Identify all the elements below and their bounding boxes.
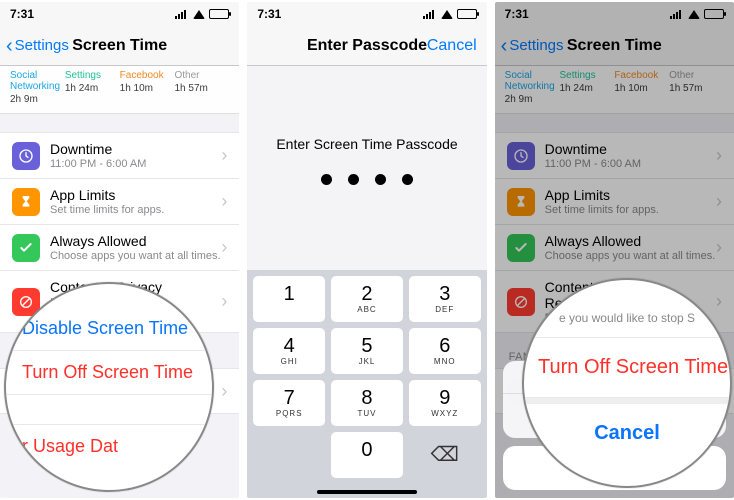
chevron-right-icon: › [221, 145, 227, 166]
wifi-icon [441, 10, 453, 19]
status-bar: 7:31 [0, 2, 239, 26]
keypad-key-6[interactable]: 6MNO [409, 328, 481, 374]
key-number: 5 [361, 336, 372, 356]
usage-column: Social Networking 2h 9m [10, 70, 65, 105]
key-number: 0 [361, 440, 372, 460]
key-letters: PQRS [276, 409, 303, 418]
usage-summary: Social Networking 2h 9m Settings 1h 24m Face… [0, 66, 239, 114]
keypad-key-0[interactable]: 0 [331, 432, 403, 478]
chevron-right-icon: › [221, 237, 227, 258]
row-title: App Limits [50, 187, 221, 203]
keypad-key-1[interactable]: 1 [253, 276, 325, 322]
key-letters: DEF [435, 305, 454, 314]
back-label: Settings [15, 37, 69, 54]
row-subtitle: 11:00 PM - 6:00 AM [50, 158, 221, 170]
usage-category: Facebook [120, 70, 175, 81]
status-bar: 7:31 [247, 2, 486, 26]
clock-icon [12, 142, 40, 170]
keypad-key-2[interactable]: 2ABC [331, 276, 403, 322]
key-number: 6 [439, 336, 450, 356]
key-letters: GHI [281, 357, 298, 366]
page-title: Enter Passcode [307, 37, 427, 55]
key-letters: JKL [359, 357, 376, 366]
chevron-right-icon: › [221, 191, 227, 212]
cancel-button-zoom[interactable]: Cancel [524, 398, 730, 463]
usage-value: 1h 24m [65, 83, 98, 94]
status-time: 7:31 [257, 7, 281, 21]
enter-passcode-screen: 7:31 Enter Passcode Cancel Enter Screen … [247, 2, 486, 498]
check-icon [12, 234, 40, 262]
battery-icon [209, 9, 229, 19]
chevron-left-icon: ‹ [6, 36, 13, 56]
key-number: 8 [361, 388, 372, 408]
magnifier-zoom: Disable Screen Time Turn Off Screen Time… [4, 282, 214, 492]
chevron-right-icon: › [221, 291, 227, 312]
keypad-blank [253, 432, 325, 478]
chevron-right-icon: › [221, 381, 227, 402]
key-number: 1 [284, 284, 295, 304]
row-title: Always Allowed [50, 233, 221, 249]
key-letters: WXYZ [431, 409, 458, 418]
key-number: 3 [439, 284, 450, 304]
usage-category: Other [174, 70, 229, 81]
usage-category: Social Networking [10, 70, 65, 92]
disable-screen-time-option[interactable]: Disable Screen Time [6, 307, 212, 351]
turn-off-screen-time-button-zoom[interactable]: Turn Off Screen Time [524, 338, 730, 398]
action-sheet-message-zoom: e you would like to stop S [524, 303, 730, 338]
passcode-dots [247, 174, 486, 185]
keypad-key-9[interactable]: 9WXYZ [409, 380, 481, 426]
magnifier-zoom: e you would like to stop S Turn Off Scre… [522, 278, 732, 488]
status-time: 7:31 [10, 7, 34, 21]
signal-icon [175, 9, 189, 19]
key-number: 4 [284, 336, 295, 356]
usage-value: 1h 57m [174, 83, 207, 94]
key-letters: MNO [434, 357, 456, 366]
hourglass-icon [12, 188, 40, 216]
row-subtitle: Set time limits for apps. [50, 204, 221, 216]
usage-category: Settings [65, 70, 120, 81]
nav-bar: ‹ Settings Screen Time [0, 26, 239, 66]
usage-value: 1h 10m [120, 83, 153, 94]
nav-bar: Enter Passcode Cancel [247, 26, 486, 66]
key-number: 7 [284, 388, 295, 408]
settings-row[interactable]: App LimitsSet time limits for apps.› [0, 178, 239, 224]
signal-icon [423, 9, 437, 19]
key-letters: TUV [357, 409, 376, 418]
key-number: 9 [439, 388, 450, 408]
cancel-button[interactable]: Cancel [427, 37, 477, 55]
settings-row[interactable]: Downtime11:00 PM - 6:00 AM› [0, 132, 239, 178]
home-indicator [317, 490, 417, 494]
keypad-key-7[interactable]: 7PQRS [253, 380, 325, 426]
key-number: 2 [361, 284, 372, 304]
keypad-key-3[interactable]: 3DEF [409, 276, 481, 322]
keypad-key-8[interactable]: 8TUV [331, 380, 403, 426]
usage-data-fragment: r Usage Dat [6, 425, 212, 468]
usage-column: Other 1h 57m [174, 70, 229, 105]
key-letters: ABC [357, 305, 376, 314]
turn-off-screen-time-option[interactable]: Turn Off Screen Time [6, 351, 212, 395]
settings-row[interactable]: Always AllowedChoose apps you want at al… [0, 224, 239, 270]
numeric-keypad: 1 2ABC3DEF4GHI5JKL6MNO7PQRS8TUV9WXYZ0 ⌫ [247, 270, 486, 498]
usage-column: Facebook 1h 10m [120, 70, 175, 105]
page-title: Screen Time [72, 37, 167, 55]
back-button[interactable]: ‹ Settings [6, 36, 69, 56]
passcode-prompt: Enter Screen Time Passcode [247, 136, 486, 152]
wifi-icon [193, 10, 205, 19]
usage-value: 2h 9m [10, 94, 38, 105]
usage-column: Settings 1h 24m [65, 70, 120, 105]
battery-icon [457, 9, 477, 19]
keypad-key-5[interactable]: 5JKL [331, 328, 403, 374]
keypad-key-4[interactable]: 4GHI [253, 328, 325, 374]
row-subtitle: Choose apps you want at all times. [50, 250, 221, 262]
keypad-delete[interactable]: ⌫ [409, 432, 481, 478]
row-title: Downtime [50, 141, 221, 157]
